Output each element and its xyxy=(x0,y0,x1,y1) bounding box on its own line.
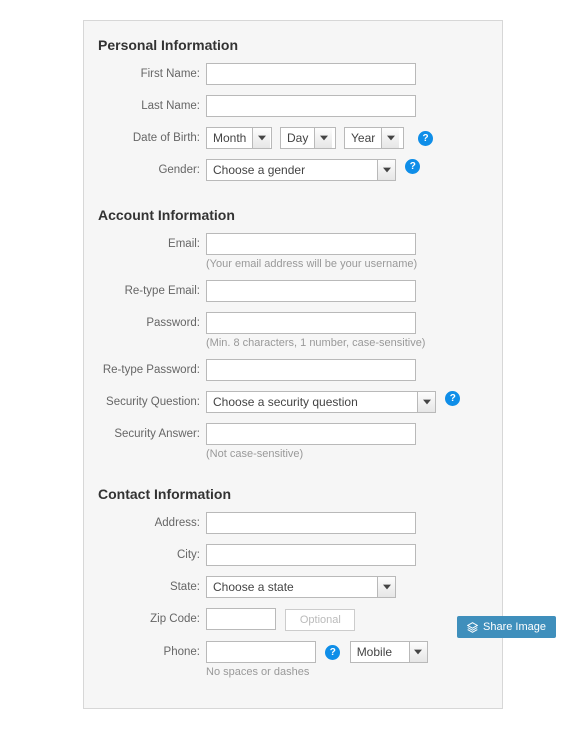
phone-label: Phone: xyxy=(98,641,206,663)
retype-password-input[interactable] xyxy=(206,359,416,381)
chevron-down-icon xyxy=(252,128,270,148)
dob-year-value: Year xyxy=(351,131,375,145)
sa-hint: (Not case-sensitive) xyxy=(206,448,488,460)
email-label: Email: xyxy=(98,233,206,255)
gender-value: Choose a gender xyxy=(213,163,305,177)
personal-title: Personal Information xyxy=(98,37,488,53)
dob-day-select[interactable]: Day xyxy=(280,127,336,149)
row-zip: Zip Code: Optional xyxy=(98,608,488,631)
gender-label: Gender: xyxy=(98,159,206,181)
state-label: State: xyxy=(98,576,206,598)
dob-month-select[interactable]: Month xyxy=(206,127,272,149)
row-state: State: Choose a state xyxy=(98,576,488,598)
password-label: Password: xyxy=(98,312,206,334)
chevron-down-icon xyxy=(314,128,332,148)
section-contact: Contact Information Address: City: State… xyxy=(98,486,488,678)
retype-email-label: Re-type Email: xyxy=(98,280,206,302)
share-image-button[interactable]: Share Image xyxy=(457,616,556,638)
phone-input[interactable] xyxy=(206,641,316,663)
state-value: Choose a state xyxy=(213,580,294,594)
row-security-question: Security Question: Choose a security que… xyxy=(98,391,488,413)
sa-label: Security Answer: xyxy=(98,423,206,445)
city-input[interactable] xyxy=(206,544,416,566)
chevron-down-icon xyxy=(381,128,399,148)
row-retype-email: Re-type Email: xyxy=(98,280,488,302)
dob-label: Date of Birth: xyxy=(98,127,206,149)
sq-value: Choose a security question xyxy=(213,395,358,409)
row-last-name: Last Name: xyxy=(98,95,488,117)
help-icon[interactable]: ? xyxy=(325,645,340,660)
gender-select[interactable]: Choose a gender xyxy=(206,159,396,181)
last-name-label: Last Name: xyxy=(98,95,206,117)
address-label: Address: xyxy=(98,512,206,534)
last-name-input[interactable] xyxy=(206,95,416,117)
first-name-label: First Name: xyxy=(98,63,206,85)
layers-icon xyxy=(467,622,478,633)
chevron-down-icon xyxy=(377,160,395,180)
sq-label: Security Question: xyxy=(98,391,206,413)
row-first-name: First Name: xyxy=(98,63,488,85)
row-password: Password: (Min. 8 characters, 1 number, … xyxy=(98,312,488,349)
dob-day-value: Day xyxy=(287,131,308,145)
phone-type-value: Mobile xyxy=(357,645,392,659)
row-email: Email: (Your email address will be your … xyxy=(98,233,488,270)
row-phone: Phone: ? Mobile No spaces or dashes xyxy=(98,641,488,678)
retype-password-label: Re-type Password: xyxy=(98,359,206,381)
security-question-select[interactable]: Choose a security question xyxy=(206,391,436,413)
section-personal: Personal Information First Name: Last Na… xyxy=(98,37,488,181)
row-address: Address: xyxy=(98,512,488,534)
email-hint: (Your email address will be your usernam… xyxy=(206,258,488,270)
address-input[interactable] xyxy=(206,512,416,534)
zip-input[interactable] xyxy=(206,608,276,630)
retype-email-input[interactable] xyxy=(206,280,416,302)
row-gender: Gender: Choose a gender ? xyxy=(98,159,488,181)
zip-label: Zip Code: xyxy=(98,608,206,630)
help-icon[interactable]: ? xyxy=(418,131,433,146)
dob-month-value: Month xyxy=(213,131,246,145)
section-account: Account Information Email: (Your email a… xyxy=(98,207,488,460)
city-label: City: xyxy=(98,544,206,566)
phone-type-select[interactable]: Mobile xyxy=(350,641,428,663)
chevron-down-icon xyxy=(409,642,427,662)
email-input[interactable] xyxy=(206,233,416,255)
row-dob: Date of Birth: Month Day Year ? xyxy=(98,127,488,149)
state-select[interactable]: Choose a state xyxy=(206,576,396,598)
row-retype-password: Re-type Password: xyxy=(98,359,488,381)
first-name-input[interactable] xyxy=(206,63,416,85)
password-input[interactable] xyxy=(206,312,416,334)
form-panel: Personal Information First Name: Last Na… xyxy=(83,20,503,709)
contact-title: Contact Information xyxy=(98,486,488,502)
row-security-answer: Security Answer: (Not case-sensitive) xyxy=(98,423,488,460)
zip-optional-box: Optional xyxy=(285,609,355,631)
row-city: City: xyxy=(98,544,488,566)
security-answer-input[interactable] xyxy=(206,423,416,445)
password-hint: (Min. 8 characters, 1 number, case-sensi… xyxy=(206,337,488,349)
chevron-down-icon xyxy=(417,392,435,412)
help-icon[interactable]: ? xyxy=(445,391,460,406)
chevron-down-icon xyxy=(377,577,395,597)
help-icon[interactable]: ? xyxy=(405,159,420,174)
account-title: Account Information xyxy=(98,207,488,223)
phone-hint: No spaces or dashes xyxy=(206,666,488,678)
dob-year-select[interactable]: Year xyxy=(344,127,404,149)
share-label: Share Image xyxy=(483,621,546,633)
